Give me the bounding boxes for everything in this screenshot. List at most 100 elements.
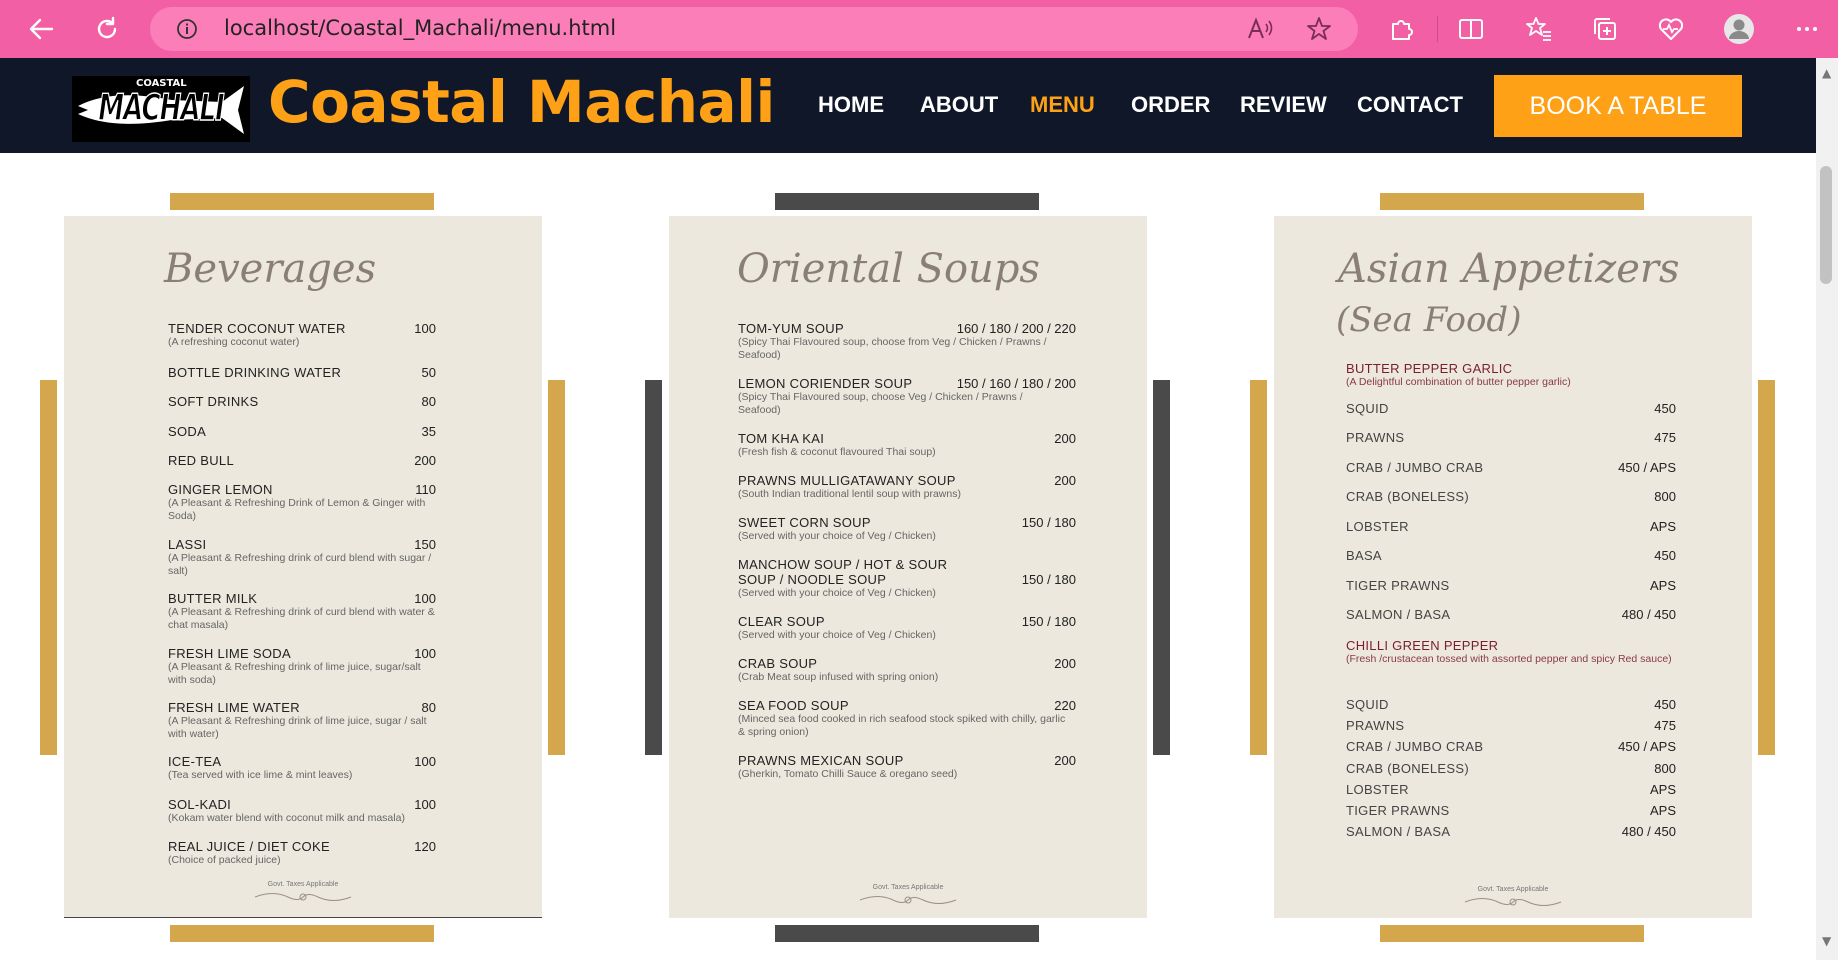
card3-left-accent: [1250, 380, 1267, 755]
card2-left-accent: [645, 380, 662, 755]
logo-text: MACHALI: [98, 87, 225, 130]
flourish-icon: [254, 893, 352, 901]
menu-item: TENDER COCONUT WATER 100 (A refreshing coc…: [168, 321, 436, 348]
menu-item: BOTTLE DRINKING WATER 50: [168, 365, 436, 380]
menu-item: MANCHOW SOUP / HOT & SOUR SOUP / NOODLE …: [738, 557, 1076, 599]
menu-item: SALMON / BASA 480 / 450: [1346, 824, 1676, 839]
info-icon[interactable]: [176, 18, 198, 40]
card1-left-accent: [40, 380, 57, 755]
menu-card-oriental-soups[interactable]: Oriental Soups TOM-YUM SOUP 160 / 180 / 2…: [669, 216, 1147, 918]
menu-item: FRESH LIME WATER 80 (A Pleasant & Refreshi…: [168, 700, 436, 740]
menu-item: SOFT DRINKS 80: [168, 394, 436, 409]
extensions-button[interactable]: [1384, 12, 1418, 46]
collections-icon: [1594, 18, 1616, 40]
section-heading: BUTTER PEPPER GARLIC (A Delightful combi…: [1346, 361, 1571, 388]
refresh-button[interactable]: [88, 10, 126, 48]
browser-essentials-button[interactable]: [1654, 12, 1688, 46]
split-screen-icon: [1459, 19, 1483, 39]
puzzle-icon: [1392, 20, 1413, 40]
nav-contact[interactable]: CONTACT: [1357, 92, 1463, 118]
menu-item: LOBSTER APS: [1346, 782, 1676, 797]
card1-top-accent: [170, 193, 434, 210]
card3-top-accent: [1380, 193, 1644, 210]
menu-item: SEA FOOD SOUP 220 (Minced sea food cooked …: [738, 698, 1076, 738]
menu-item: CRAB (BONELESS) 800: [1346, 761, 1676, 776]
avatar-icon: [1724, 14, 1754, 44]
flourish-icon: [1464, 898, 1562, 906]
menu-item: REAL JUICE / DIET COKE 120 (Choice of pack…: [168, 839, 436, 866]
menu-item: SQUID 450: [1346, 401, 1676, 416]
book-table-button[interactable]: BOOK A TABLE: [1494, 75, 1742, 137]
menu-item: PRAWNS 475: [1346, 718, 1676, 733]
menu-item: ICE-TEA 100 (Tea served with ice lime & mi…: [168, 754, 436, 781]
card3-bottom-accent: [1380, 925, 1644, 942]
menu-item: CRAB (BONELESS) 800: [1346, 489, 1676, 504]
card2-right-accent: [1153, 380, 1170, 755]
profile-button[interactable]: [1722, 12, 1756, 46]
menu-item: LEMON CORIENDER SOUP 150 / 160 / 180 / 20…: [738, 376, 1076, 416]
menu-item: RED BULL 200: [168, 453, 436, 468]
menu-item: SOL-KADI 100 (Kokam water blend with cocon…: [168, 797, 436, 824]
tax-note: Govt. Taxes Applicable: [1477, 886, 1549, 893]
nav-menu[interactable]: MENU: [1030, 92, 1095, 118]
menu-title: Asian Appetizers: [1338, 246, 1680, 292]
card2-top-accent: [775, 193, 1039, 210]
menu-item: CRAB / JUMBO CRAB 450 / APS: [1346, 460, 1676, 475]
more-dots-icon: [1797, 27, 1817, 31]
refresh-icon: [97, 16, 117, 39]
more-menu-button[interactable]: [1790, 12, 1824, 46]
card3-right-accent: [1758, 380, 1775, 755]
back-button[interactable]: [22, 10, 60, 48]
menu-item: CLEAR SOUP 150 / 180 (Served with your cho…: [738, 614, 1076, 641]
menu-card-asian-appetizers[interactable]: Asian Appetizers (Sea Food) BUTTER PEPPE…: [1274, 216, 1752, 918]
menu-item: CRAB SOUP 200 (Crab Meat soup infused with…: [738, 656, 1076, 683]
favorite-star-icon[interactable]: [1306, 16, 1332, 42]
toolbar-separator: [1437, 16, 1438, 42]
heart-pulse-icon: [1658, 18, 1684, 40]
address-bar[interactable]: localhost/Coastal_Machali/menu.html: [150, 7, 1358, 51]
menu-item: TIGER PRAWNS APS: [1346, 578, 1676, 593]
menu-item: PRAWNS MEXICAN SOUP 200 (Gherkin, Tomato C…: [738, 753, 1076, 780]
split-screen-button[interactable]: [1454, 12, 1488, 46]
nav-about[interactable]: ABOUT: [920, 92, 998, 118]
scroll-up-arrow-icon[interactable]: ▲: [1822, 66, 1831, 80]
menu-item: SALMON / BASA 480 / 450: [1346, 607, 1676, 622]
menu-title: Oriental Soups: [737, 246, 1040, 292]
nav-home[interactable]: HOME: [818, 92, 884, 118]
card1-right-accent: [548, 380, 565, 755]
flourish-icon: [859, 896, 957, 904]
menu-title: Beverages: [164, 246, 377, 292]
read-aloud-icon[interactable]: [1246, 16, 1274, 42]
brand-name[interactable]: Coastal Machali: [268, 68, 775, 136]
menu-item: TIGER PRAWNS APS: [1346, 803, 1676, 818]
menu-item: TOM KHA KAI 200 (Fresh fish & coconut flav…: [738, 431, 1076, 458]
collections-button[interactable]: [1588, 12, 1622, 46]
menu-item: SODA 35: [168, 424, 436, 439]
menu-item: LASSI 150 (A Pleasant & Refreshing drink o…: [168, 537, 436, 577]
section-heading: CHILLI GREEN PEPPER (Fresh /crustacean t…: [1346, 638, 1672, 665]
tax-note: Govt. Taxes Applicable: [872, 884, 944, 891]
site-header: COASTAL MACHALI Coastal Machali HOME ABO…: [0, 58, 1816, 153]
menu-item: FRESH LIME SODA 100 (A Pleasant & Refreshi…: [168, 646, 436, 686]
menu-item: GINGER LEMON 110 (A Pleasant & Refreshing …: [168, 482, 436, 522]
menu-item: PRAWNS MULLIGATAWANY SOUP 200 (South India…: [738, 473, 1076, 500]
logo[interactable]: COASTAL MACHALI: [72, 76, 250, 142]
nav-review[interactable]: REVIEW: [1240, 92, 1327, 118]
url-text[interactable]: localhost/Coastal_Machali/menu.html: [224, 16, 616, 40]
browser-toolbar: localhost/Coastal_Machali/menu.html: [0, 0, 1838, 58]
menu-item: CRAB / JUMBO CRAB 450 / APS: [1346, 739, 1676, 754]
menu-item: LOBSTER APS: [1346, 519, 1676, 534]
menu-item: SWEET CORN SOUP 150 / 180 (Served with you…: [738, 515, 1076, 542]
nav-order[interactable]: ORDER: [1131, 92, 1210, 118]
menu-item: TOM-YUM SOUP 160 / 180 / 200 / 220 (Spicy …: [738, 321, 1076, 361]
menu-item: BASA 450: [1346, 548, 1676, 563]
card2-bottom-accent: [775, 925, 1039, 942]
favorites-button[interactable]: [1522, 12, 1556, 46]
scroll-down-arrow-icon[interactable]: ▼: [1822, 934, 1831, 948]
back-arrow-icon: [29, 18, 54, 40]
menu-subtitle: (Sea Food): [1336, 300, 1522, 340]
menu-item: PRAWNS 475: [1346, 430, 1676, 445]
menu-card-beverages[interactable]: Beverages TENDER COCONUT WATER 100 (A refr…: [64, 216, 542, 918]
menu-item: BUTTER MILK 100 (A Pleasant & Refreshing d…: [168, 591, 436, 631]
scroll-thumb[interactable]: [1820, 166, 1832, 284]
